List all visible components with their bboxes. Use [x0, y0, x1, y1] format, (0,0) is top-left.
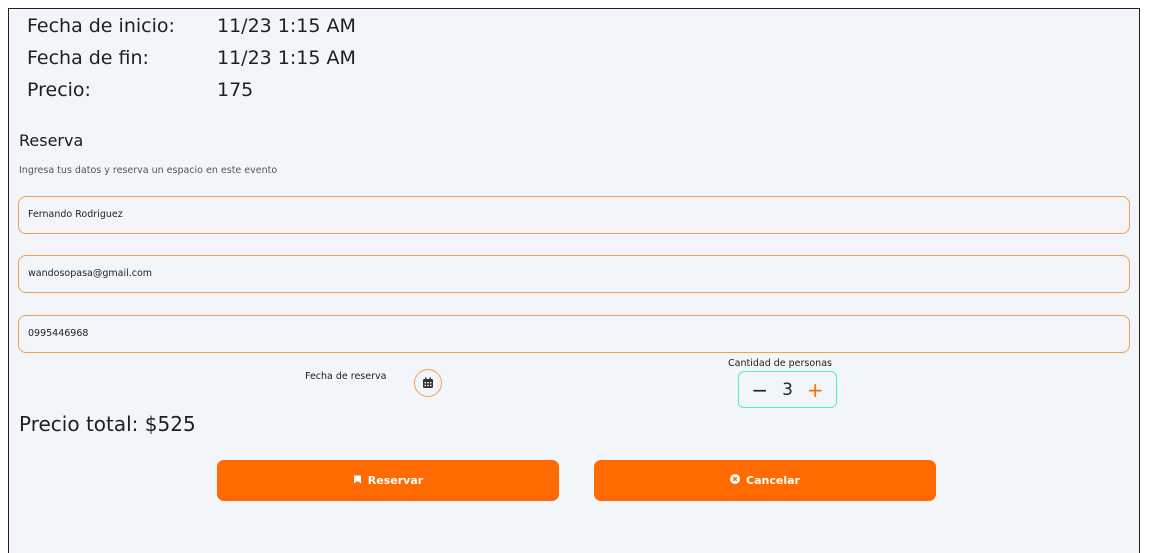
quantity-value: 3 [782, 379, 793, 400]
calendar-button[interactable] [414, 369, 442, 397]
reservation-subtitle: Ingresa tus datos y reserva un espacio e… [19, 165, 278, 176]
end-date-value: 11/23 1:15 AM [217, 47, 356, 69]
decrement-button[interactable]: − [751, 380, 768, 400]
x-circle-icon [730, 474, 741, 487]
cancel-button-label: Cancelar [746, 474, 800, 487]
quantity-stepper[interactable]: − 3 + [738, 371, 837, 408]
end-date-label: Fecha de fin: [27, 47, 149, 69]
increment-button[interactable]: + [807, 380, 824, 400]
reserve-button-label: Reservar [367, 474, 424, 487]
start-date-value: 11/23 1:15 AM [217, 15, 356, 37]
price-value: 175 [217, 79, 254, 101]
email-field[interactable]: wandosopasa@gmail.com [18, 255, 1130, 293]
reservation-panel: Fecha de inicio: 11/23 1:15 AM Fecha de … [8, 8, 1140, 553]
reservation-date-label: Fecha de reserva [305, 371, 387, 382]
quantity-label: Cantidad de personas [728, 358, 832, 369]
price-label: Precio: [27, 79, 91, 101]
bookmark-icon [353, 474, 362, 487]
phone-field[interactable]: 0995446968 [18, 315, 1130, 353]
cancel-button[interactable]: Cancelar [594, 460, 936, 501]
calendar-icon [422, 374, 434, 393]
name-field[interactable]: Fernando Rodriguez [18, 196, 1130, 234]
start-date-label: Fecha de inicio: [27, 15, 175, 37]
total-price: Precio total: $525 [19, 412, 196, 436]
reservation-title: Reserva [19, 131, 84, 150]
reserve-button[interactable]: Reservar [217, 460, 559, 501]
